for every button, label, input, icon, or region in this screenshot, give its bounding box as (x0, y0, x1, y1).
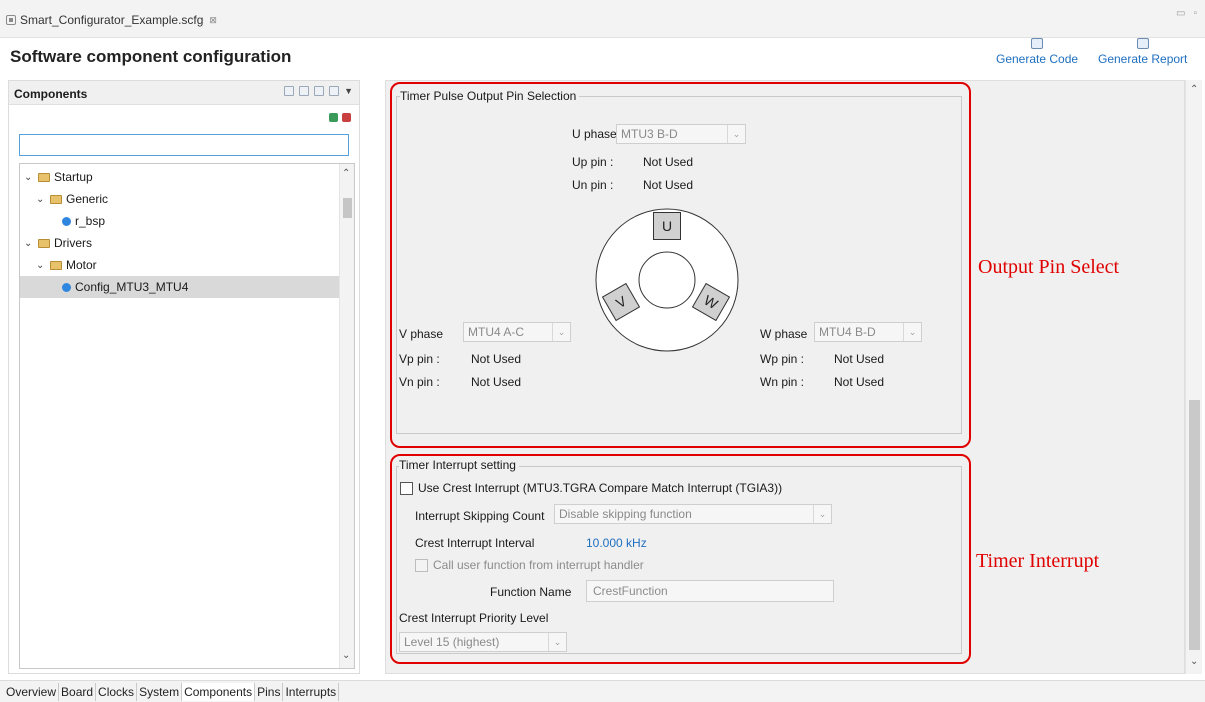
view-options-icon[interactable] (329, 86, 340, 96)
close-tab-icon[interactable]: ⊠ (209, 15, 217, 26)
timer-interrupt-highlight (390, 454, 971, 664)
tree-item-label: Drivers (54, 236, 92, 250)
components-panel: Components ▼ ⌄ Startup ⌄ Generic r_bsp ⌄… (8, 80, 360, 674)
scroll-down-icon[interactable]: ⌄ (1190, 656, 1198, 667)
editor-file-name: Smart_Configurator_Example.scfg (20, 13, 204, 27)
scroll-up-icon[interactable]: ⌃ (342, 168, 350, 179)
components-title: Components (14, 87, 88, 101)
component-icon (62, 282, 71, 292)
component-icon (62, 216, 71, 226)
tree-item-label: Startup (54, 170, 93, 184)
add-component-icon[interactable] (329, 113, 338, 122)
tab-components[interactable]: Components (182, 682, 256, 701)
generate-report-button[interactable]: Generate Report (1098, 38, 1187, 66)
timer-interrupt-annotation: Timer Interrupt (976, 550, 1100, 572)
restore-icon[interactable]: ▫ (1193, 8, 1197, 19)
tree-scrollbar[interactable]: ⌃ ⌄ (339, 164, 354, 668)
tree-item-config-mtu3-mtu4[interactable]: Config_MTU3_MTU4 (20, 276, 342, 298)
tab-overview[interactable]: Overview (4, 682, 60, 701)
configuration-scroll-thumb[interactable] (1189, 400, 1200, 650)
minimize-icon[interactable]: ▭ (1176, 8, 1185, 19)
tree-item-motor[interactable]: ⌄ Motor (36, 254, 342, 276)
tab-interrupts[interactable]: Interrupts (283, 682, 340, 701)
scroll-down-icon[interactable]: ⌄ (342, 650, 350, 661)
window-controls: ▭ ▫ (1176, 8, 1197, 19)
editor-header: Software component configuration Generat… (0, 38, 1205, 78)
output-pin-highlight (390, 82, 971, 448)
config-file-icon (6, 15, 16, 25)
chevron-down-icon[interactable]: ⌄ (24, 238, 34, 249)
tab-clocks[interactable]: Clocks (96, 682, 138, 701)
tab-system[interactable]: System (137, 682, 183, 701)
expand-all-icon[interactable] (314, 86, 325, 96)
chevron-down-icon[interactable]: ⌄ (36, 194, 46, 205)
components-view-tools: ▼ (284, 86, 353, 96)
component-tree: ⌄ Startup ⌄ Generic r_bsp ⌄ Drivers ⌄ Mo… (19, 163, 355, 669)
tree-item-drivers[interactable]: ⌄ Drivers (24, 232, 342, 254)
generate-code-icon (1031, 38, 1044, 49)
generate-code-label: Generate Code (996, 52, 1079, 66)
chevron-down-icon[interactable]: ⌄ (36, 260, 46, 271)
tree-item-label: Config_MTU3_MTU4 (75, 280, 189, 294)
editor-tab-bar: Smart_Configurator_Example.scfg ⊠ ▭ ▫ (0, 0, 1205, 38)
generate-code-button[interactable]: Generate Code (996, 38, 1078, 66)
folder-icon (50, 260, 62, 270)
chevron-down-icon[interactable]: ⌄ (24, 172, 34, 183)
tree-scroll-thumb[interactable] (343, 198, 352, 218)
folder-icon (50, 194, 62, 204)
tree-item-label: Motor (66, 258, 97, 272)
filter-icon[interactable] (284, 86, 295, 96)
tree-item-label: Generic (66, 192, 109, 206)
component-actions (329, 113, 351, 122)
folder-icon (38, 238, 50, 248)
generate-report-icon (1136, 38, 1149, 49)
scroll-up-icon[interactable]: ⌃ (1190, 84, 1198, 95)
tree-item-label: r_bsp (75, 214, 106, 228)
tree-item-r-bsp[interactable]: r_bsp (62, 210, 342, 232)
tree-item-generic[interactable]: ⌄ Generic (36, 188, 342, 210)
component-filter-input[interactable] (19, 134, 349, 156)
bottom-tab-bar: Overview Board Clocks System Components … (0, 680, 1205, 702)
view-menu-chevron-icon[interactable]: ▼ (344, 86, 353, 96)
tab-board[interactable]: Board (59, 682, 97, 701)
collapse-all-icon[interactable] (299, 86, 310, 96)
configuration-scrollbar[interactable]: ⌃ ⌄ (1185, 80, 1202, 674)
tab-pins[interactable]: Pins (255, 682, 284, 701)
editor-file-tab[interactable]: Smart_Configurator_Example.scfg ⊠ (6, 8, 217, 32)
remove-component-icon[interactable] (342, 113, 351, 122)
tree-item-startup[interactable]: ⌄ Startup (24, 166, 342, 188)
generate-report-label: Generate Report (1098, 52, 1188, 66)
folder-icon (38, 172, 50, 182)
page-title: Software component configuration (10, 47, 292, 66)
output-pin-select-annotation: Output Pin Select (978, 256, 1120, 278)
components-toolbar: Components ▼ (9, 81, 359, 105)
